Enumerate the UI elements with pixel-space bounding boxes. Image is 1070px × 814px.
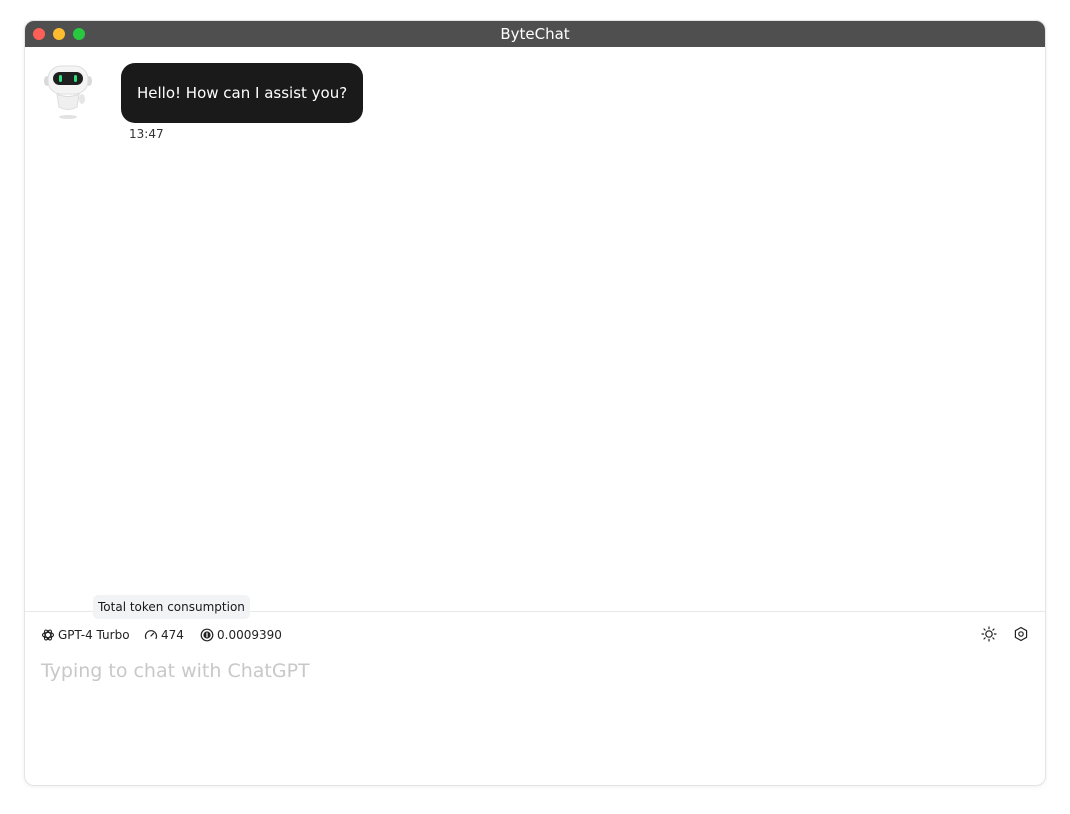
- token-count[interactable]: 474: [144, 622, 184, 648]
- chat-input[interactable]: [39, 658, 1033, 782]
- token-count-value: 474: [161, 628, 184, 642]
- cost-value: 0.0009390: [217, 628, 282, 642]
- coin-icon: [200, 628, 214, 642]
- openai-logo-icon: [41, 628, 55, 642]
- title-bar: ByteChat: [25, 21, 1045, 47]
- robot-avatar-icon: [41, 63, 95, 121]
- token-consumption-tooltip: Total token consumption: [93, 595, 250, 619]
- sun-icon: [981, 625, 997, 645]
- chat-message-list: Hello! How can I assist you? 13:47: [25, 47, 1045, 611]
- close-window-button[interactable]: [33, 28, 45, 40]
- assistant-message-bubble: Hello! How can I assist you?: [121, 63, 364, 123]
- settings-button[interactable]: [1011, 625, 1031, 645]
- chat-input-area: [25, 658, 1045, 784]
- cost-display[interactable]: 0.0009390: [200, 622, 282, 648]
- model-name: GPT-4 Turbo: [58, 628, 130, 642]
- model-selector[interactable]: GPT-4 Turbo: [41, 622, 130, 648]
- minimize-window-button[interactable]: [53, 28, 65, 40]
- status-bar: GPT-4 Turbo 474 0.0009390: [25, 622, 1045, 648]
- message-timestamp: 13:47: [129, 127, 164, 141]
- gauge-icon: [144, 628, 158, 642]
- window-title: ByteChat: [500, 25, 570, 43]
- settings-hexagon-icon: [1013, 626, 1029, 645]
- app-window: ByteChat Hello! How can I assist you? 13…: [24, 20, 1046, 786]
- theme-toggle-button[interactable]: [979, 625, 999, 645]
- maximize-window-button[interactable]: [73, 28, 85, 40]
